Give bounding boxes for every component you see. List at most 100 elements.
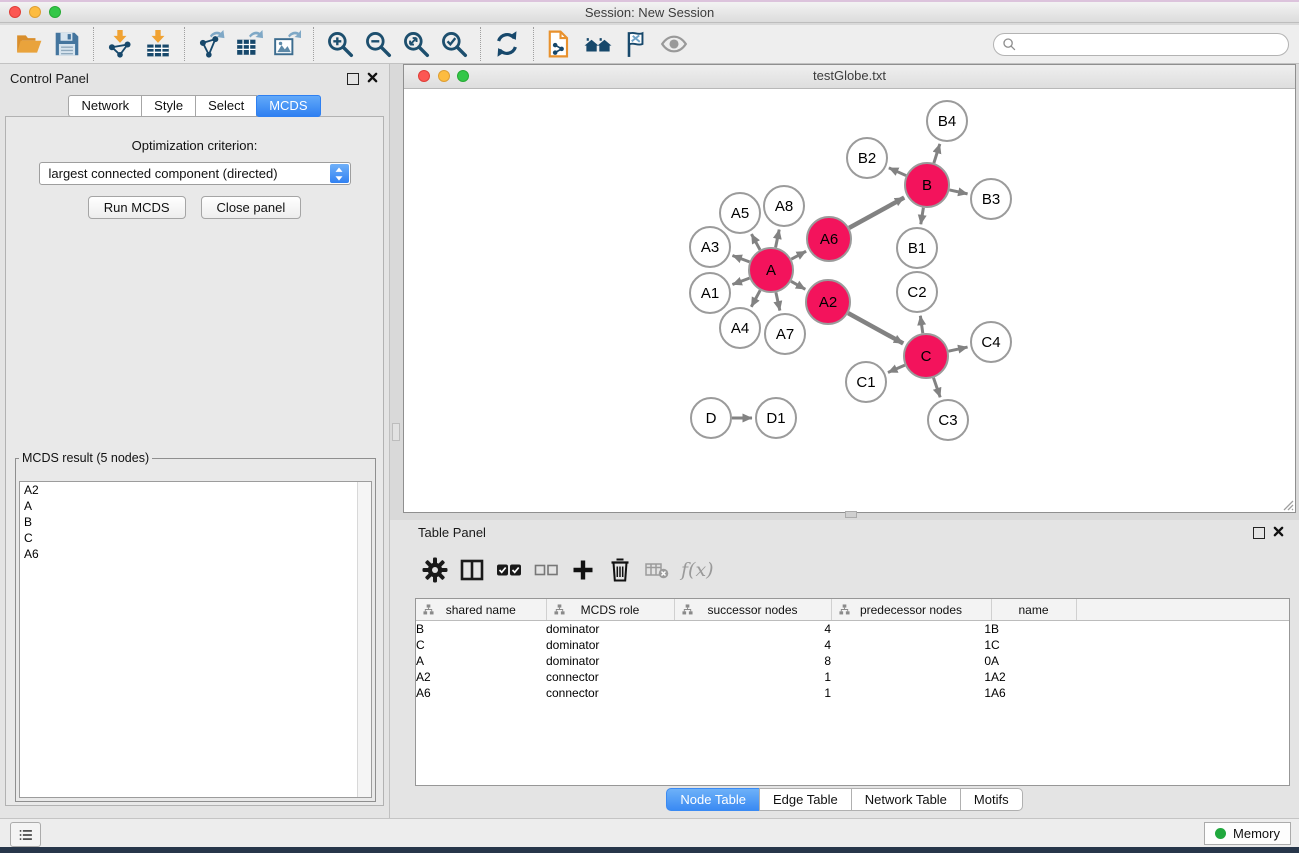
- graph-node-C4[interactable]: C4: [971, 322, 1011, 362]
- graph-edge-A-A3[interactable]: [732, 255, 749, 261]
- tab-network[interactable]: Network: [68, 95, 142, 117]
- table-row[interactable]: A6connector11A6: [416, 685, 1289, 701]
- cell-predecessor_nodes[interactable]: 1: [831, 637, 991, 653]
- cell-shared_name[interactable]: A: [416, 653, 546, 669]
- run-mcds-button[interactable]: Run MCDS: [88, 196, 186, 219]
- graph-edge-C-C3[interactable]: [933, 378, 940, 398]
- deselect-all-icon[interactable]: [533, 557, 559, 583]
- graph-node-B4[interactable]: B4: [927, 101, 967, 141]
- graph-edge-A-A1[interactable]: [732, 278, 749, 284]
- float-table-panel-icon[interactable]: [1253, 527, 1265, 539]
- mcds-result-item[interactable]: A2: [20, 482, 371, 498]
- tab-motifs[interactable]: Motifs: [960, 788, 1023, 811]
- select-all-icon[interactable]: [496, 557, 522, 583]
- cell-name[interactable]: A6: [991, 685, 1076, 701]
- network-canvas[interactable]: B4B2BB3A8A5A6A3B1AC2A1A2A4A7C4CC1DD1C3: [404, 89, 1295, 512]
- cell-name[interactable]: A: [991, 653, 1076, 669]
- tab-style[interactable]: Style: [141, 95, 196, 117]
- panel-menu-button[interactable]: [10, 822, 41, 847]
- graphics-details-icon[interactable]: [622, 30, 650, 58]
- cell-successor_nodes[interactable]: 4: [674, 637, 831, 653]
- cell-shared_name[interactable]: C: [416, 637, 546, 653]
- column-layout-icon[interactable]: [459, 557, 485, 583]
- graph-node-B1[interactable]: B1: [897, 228, 937, 268]
- float-panel-icon[interactable]: [347, 73, 359, 85]
- column-header-name[interactable]: name: [991, 599, 1076, 621]
- mcds-result-item[interactable]: C: [20, 530, 371, 546]
- settings-gear-icon[interactable]: [422, 557, 448, 583]
- graph-node-A3[interactable]: A3: [690, 227, 730, 267]
- cell-predecessor_nodes[interactable]: 1: [831, 621, 991, 638]
- graph-edge-B-B2[interactable]: [889, 168, 906, 176]
- graph-node-B2[interactable]: B2: [847, 138, 887, 178]
- graph-node-C[interactable]: C: [904, 334, 948, 378]
- graph-edge-A-A5[interactable]: [751, 234, 760, 250]
- zoom-in-icon[interactable]: [326, 30, 354, 58]
- vertical-splitter-handle[interactable]: [392, 423, 400, 441]
- mcds-result-item[interactable]: A: [20, 498, 371, 514]
- column-header-successor-nodes[interactable]: successor nodes: [674, 599, 831, 621]
- show-hide-panel-icon[interactable]: [660, 30, 688, 58]
- table-row[interactable]: Adominator80A: [416, 653, 1289, 669]
- graph-node-A2[interactable]: A2: [806, 280, 850, 324]
- cell-mcds_role[interactable]: dominator: [546, 653, 674, 669]
- zoom-out-icon[interactable]: [364, 30, 392, 58]
- cell-shared_name[interactable]: A6: [416, 685, 546, 701]
- delete-row-icon[interactable]: [607, 557, 633, 583]
- table-row[interactable]: Bdominator41B: [416, 621, 1289, 638]
- graph-node-A[interactable]: A: [749, 248, 793, 292]
- cell-successor_nodes[interactable]: 4: [674, 621, 831, 638]
- tab-edge-table[interactable]: Edge Table: [759, 788, 852, 811]
- table-row[interactable]: A2connector11A2: [416, 669, 1289, 685]
- open-file-icon[interactable]: [15, 30, 43, 58]
- graph-edge-A-A8[interactable]: [776, 230, 780, 248]
- tab-node-table[interactable]: Node Table: [666, 788, 760, 811]
- cell-mcds_role[interactable]: connector: [546, 685, 674, 701]
- refresh-layout-icon[interactable]: [493, 30, 521, 58]
- graph-edge-A-A2[interactable]: [791, 281, 805, 289]
- graph-edge-A-A6[interactable]: [791, 251, 806, 259]
- search-box[interactable]: [993, 33, 1289, 56]
- export-table-icon[interactable]: [235, 30, 263, 58]
- graph-edge-B-B1[interactable]: [921, 208, 924, 225]
- cell-mcds_role[interactable]: dominator: [546, 637, 674, 653]
- mcds-result-item[interactable]: A6: [20, 546, 371, 562]
- zoom-fit-icon[interactable]: [402, 30, 430, 58]
- graph-node-C2[interactable]: C2: [897, 272, 937, 312]
- zoom-selected-icon[interactable]: [440, 30, 468, 58]
- cell-shared_name[interactable]: A2: [416, 669, 546, 685]
- clone-network-icon[interactable]: [546, 30, 574, 58]
- graph-edge-B-B3[interactable]: [949, 190, 967, 194]
- cell-successor_nodes[interactable]: 1: [674, 669, 831, 685]
- graph-node-B3[interactable]: B3: [971, 179, 1011, 219]
- column-header-shared-name[interactable]: shared name: [416, 599, 546, 621]
- export-image-icon[interactable]: [273, 30, 301, 58]
- graph-node-A5[interactable]: A5: [720, 193, 760, 233]
- tab-network-table[interactable]: Network Table: [851, 788, 961, 811]
- import-table-icon[interactable]: [144, 30, 172, 58]
- add-row-icon[interactable]: [570, 557, 596, 583]
- resize-grip-icon[interactable]: [1280, 497, 1294, 511]
- column-header-predecessor-nodes[interactable]: predecessor nodes: [831, 599, 991, 621]
- cell-successor_nodes[interactable]: 1: [674, 685, 831, 701]
- graph-edge-C-C1[interactable]: [888, 365, 905, 372]
- memory-button[interactable]: Memory: [1204, 822, 1291, 845]
- mcds-result-item[interactable]: B: [20, 514, 371, 530]
- search-input[interactable]: [1021, 36, 1288, 52]
- close-panel-icon[interactable]: [367, 72, 378, 83]
- graph-node-C3[interactable]: C3: [928, 400, 968, 440]
- graph-node-D[interactable]: D: [691, 398, 731, 438]
- graph-edge-A-A7[interactable]: [776, 292, 780, 310]
- graph-edge-B-B4[interactable]: [934, 144, 940, 163]
- graph-node-D1[interactable]: D1: [756, 398, 796, 438]
- column-header-MCDS-role[interactable]: MCDS role: [546, 599, 674, 621]
- cell-name[interactable]: B: [991, 621, 1076, 638]
- graph-edge-A2-C[interactable]: [848, 313, 903, 343]
- import-network-icon[interactable]: [106, 30, 134, 58]
- home-icon[interactable]: [584, 30, 612, 58]
- graph-node-B[interactable]: B: [905, 163, 949, 207]
- graph-node-A1[interactable]: A1: [690, 273, 730, 313]
- cell-name[interactable]: A2: [991, 669, 1076, 685]
- cell-shared_name[interactable]: B: [416, 621, 546, 638]
- graph-node-C1[interactable]: C1: [846, 362, 886, 402]
